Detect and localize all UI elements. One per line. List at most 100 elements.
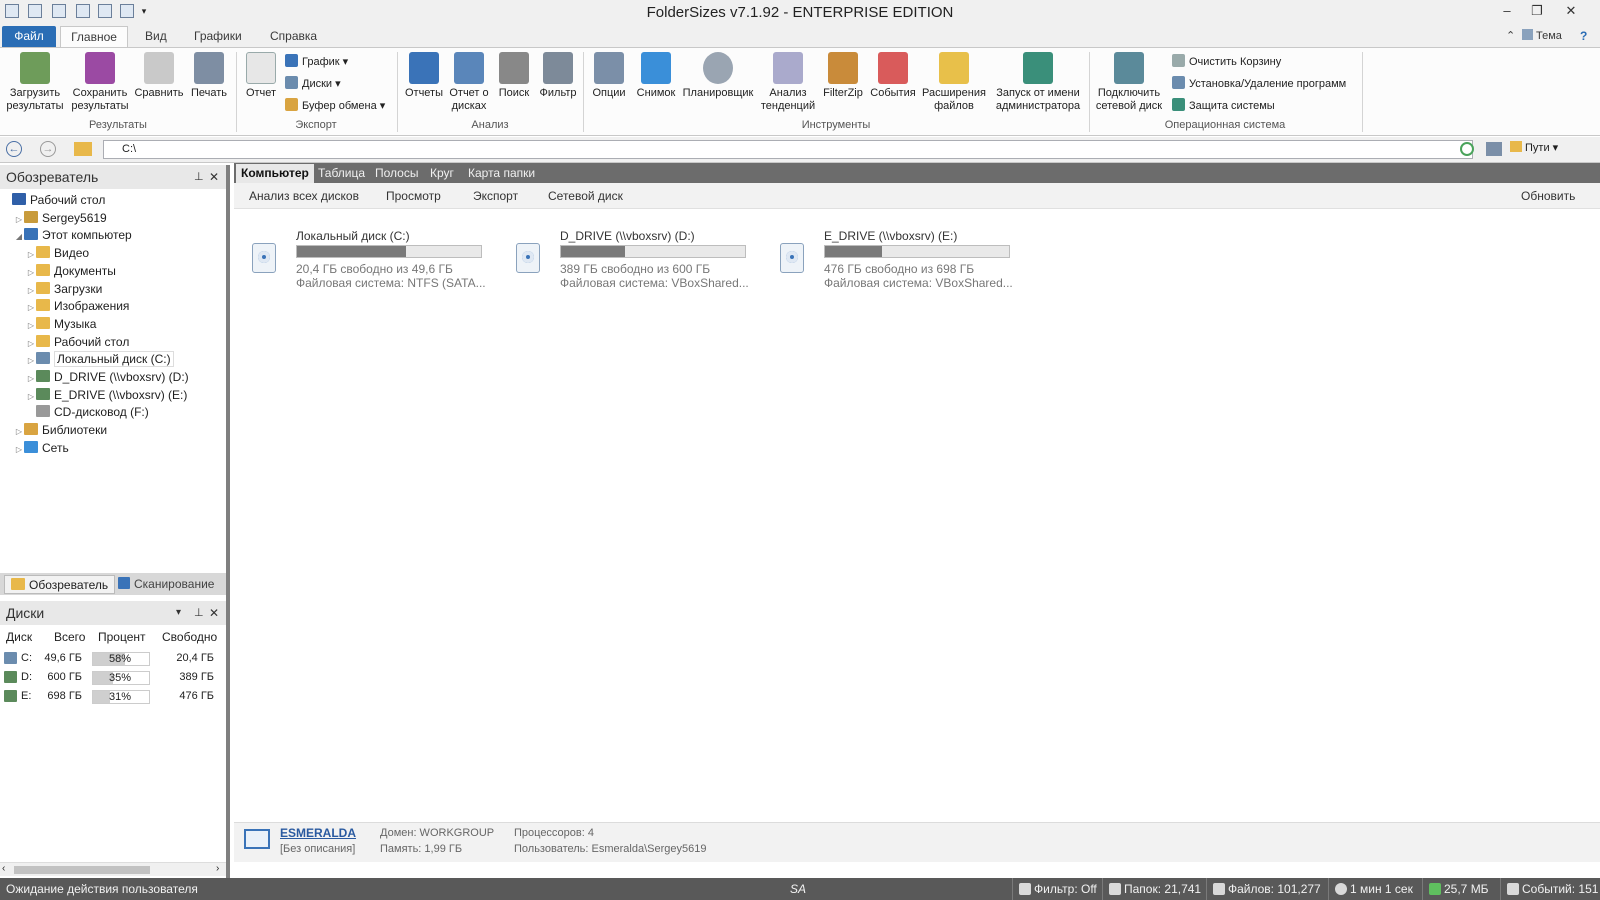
console-icon[interactable] [1486, 142, 1502, 156]
tree-item[interactable]: ▷ Изображения [0, 298, 129, 315]
tab-explorer[interactable]: Обозреватель [4, 575, 116, 594]
events-button[interactable]: События [868, 52, 918, 100]
paths-button[interactable]: Пути ▾ [1510, 141, 1558, 154]
table-row[interactable]: E: 698 ГБ 31% 476 ГБ [0, 687, 226, 706]
system-protection-button[interactable]: Защита системы [1172, 98, 1275, 113]
install-remove-button[interactable]: Установка/Удаление программ [1172, 76, 1346, 91]
close-panel-icon[interactable]: ✕ [209, 601, 219, 625]
expand-toggle-icon[interactable]: ▷ [26, 299, 36, 316]
help-icon[interactable]: ? [1574, 26, 1593, 47]
table-row[interactable]: C: 49,6 ГБ 58% 20,4 ГБ [0, 649, 226, 668]
tree-item[interactable]: ▷ E_DRIVE (\\vboxsrv) (E:) [0, 387, 187, 404]
tab-home[interactable]: Главное [60, 26, 128, 47]
tree-item[interactable]: ▷ Музыка [0, 316, 96, 333]
search-button[interactable]: Поиск [494, 52, 534, 100]
run-as-admin-button[interactable]: Запуск от имени администратора [990, 52, 1086, 113]
col-free[interactable]: Свободно [162, 630, 217, 644]
refresh-icon[interactable] [1460, 142, 1474, 156]
tab-computer[interactable]: Компьютер [236, 164, 314, 183]
filter-button[interactable]: Фильтр [536, 52, 580, 100]
tab-charts[interactable]: Графики [188, 26, 248, 47]
analyze-all-disks-button[interactable]: Анализ всех дисков [249, 183, 359, 209]
tab-view[interactable]: Вид [139, 26, 173, 47]
connect-network-drive-button[interactable]: Подключить сетевой диск [1094, 52, 1164, 113]
empty-recycle-button[interactable]: Очистить Корзину [1172, 54, 1281, 69]
tree-item[interactable]: ▷ Загрузки [0, 281, 102, 298]
filterzip-button[interactable]: FilterZip [818, 52, 868, 100]
scroll-right-icon[interactable]: › [216, 863, 219, 874]
scheduler-button[interactable]: Планировщик [680, 52, 756, 100]
pin-icon[interactable]: ⊥ [194, 601, 204, 625]
tab-folder-map[interactable]: Карта папки [463, 164, 540, 183]
expand-toggle-icon[interactable]: ▷ [26, 282, 36, 299]
tree-item[interactable]: ▷ Библиотеки [0, 422, 107, 439]
tree-item[interactable]: ▷ Sergey5619 [0, 210, 107, 227]
expand-toggle-icon[interactable]: ◢ [14, 228, 24, 245]
expand-toggle-icon[interactable]: ▷ [26, 246, 36, 263]
options-button[interactable]: Опции [586, 52, 632, 100]
expand-toggle-icon[interactable]: ▷ [26, 388, 36, 405]
up-folder-icon[interactable] [74, 142, 92, 156]
view-button[interactable]: Просмотр [386, 183, 441, 209]
tab-file[interactable]: Файл [2, 26, 56, 47]
drive-card[interactable]: D_DRIVE (\\vboxsrv) (D:) 389 ГБ свободно… [516, 229, 766, 299]
clipboard-button[interactable]: Буфер обмена ▾ [285, 98, 385, 113]
tab-help[interactable]: Справка [264, 26, 323, 47]
tree-item[interactable]: ◢ Этот компьютер [0, 227, 132, 244]
expand-toggle-icon[interactable]: ▷ [26, 335, 36, 352]
expand-toggle-icon[interactable]: ▷ [26, 370, 36, 387]
back-button[interactable]: ← [6, 141, 22, 157]
horizontal-scrollbar[interactable]: ‹ › [0, 862, 226, 876]
status-filter[interactable]: Фильтр: Off [1012, 878, 1097, 900]
expand-toggle-icon[interactable]: ▷ [26, 264, 36, 281]
tab-pie[interactable]: Круг [425, 164, 459, 183]
tree-item[interactable]: ▷ Видео [0, 245, 89, 262]
restore-button[interactable]: ❐ [1522, 0, 1552, 22]
col-disk[interactable]: Диск [6, 630, 32, 644]
expand-toggle-icon[interactable]: ▷ [14, 441, 24, 458]
export-button[interactable]: Экспорт [473, 183, 518, 209]
drive-card[interactable]: E_DRIVE (\\vboxsrv) (E:) 476 ГБ свободно… [780, 229, 1030, 299]
expand-toggle-icon[interactable]: ▷ [26, 352, 36, 369]
save-results-button[interactable]: Сохранить результаты [68, 52, 132, 113]
trend-analysis-button[interactable]: Анализ тенденций [758, 52, 818, 113]
close-panel-icon[interactable]: ✕ [209, 165, 219, 189]
expand-toggle-icon[interactable]: ▷ [14, 211, 24, 228]
print-button[interactable]: Печать [186, 52, 232, 100]
scroll-left-icon[interactable]: ‹ [2, 863, 5, 874]
pin-icon[interactable]: ⊥ [194, 165, 204, 189]
col-total[interactable]: Всего [54, 630, 85, 644]
col-percent[interactable]: Процент [98, 630, 146, 644]
graph-button[interactable]: График ▾ [285, 54, 348, 69]
drive-card[interactable]: Локальный диск (C:) 20,4 ГБ свободно из … [252, 229, 502, 299]
expand-toggle-icon[interactable]: ▷ [26, 317, 36, 334]
table-row[interactable]: D: 600 ГБ 35% 389 ГБ [0, 668, 226, 687]
tree-item[interactable]: CD-дисковод (F:) [0, 404, 149, 421]
file-extensions-button[interactable]: Расширения файлов [918, 52, 990, 113]
tab-scanning[interactable]: Сканирование [112, 575, 220, 594]
tab-table[interactable]: Таблица [313, 164, 370, 183]
minimize-button[interactable]: – [1492, 0, 1522, 22]
snapshot-button[interactable]: Снимок [632, 52, 680, 100]
tree-item[interactable]: ▷ Сеть [0, 440, 69, 457]
status-events[interactable]: Событий: 151 [1500, 878, 1598, 900]
path-input[interactable]: C:\ [103, 140, 1473, 159]
tree-item[interactable]: ▷ Документы [0, 263, 116, 280]
tree-item[interactable]: ▷ Локальный диск (C:) [0, 351, 174, 368]
reports-button[interactable]: Отчеты [402, 52, 446, 100]
compare-button[interactable]: Сравнить [132, 52, 186, 100]
tree-item[interactable]: ▷ D_DRIVE (\\vboxsrv) (D:) [0, 369, 189, 386]
close-button[interactable]: ✕ [1556, 0, 1586, 22]
forward-button[interactable]: → [40, 141, 56, 157]
refresh-button[interactable]: Обновить [1521, 183, 1575, 209]
expand-toggle-icon[interactable]: ▷ [14, 423, 24, 440]
tree-item[interactable]: Рабочий стол [0, 192, 105, 209]
scrollbar-thumb[interactable] [14, 866, 150, 874]
dropdown-icon[interactable]: ▾ [176, 601, 181, 625]
theme-menu[interactable]: Тема [1516, 26, 1568, 47]
network-drive-button[interactable]: Сетевой диск [548, 183, 623, 209]
disks-button[interactable]: Диски ▾ [285, 76, 341, 91]
tree-item[interactable]: ▷ Рабочий стол [0, 334, 129, 351]
computer-name-link[interactable]: ESMERALDA [280, 826, 356, 840]
load-results-button[interactable]: Загрузить результаты [4, 52, 66, 113]
